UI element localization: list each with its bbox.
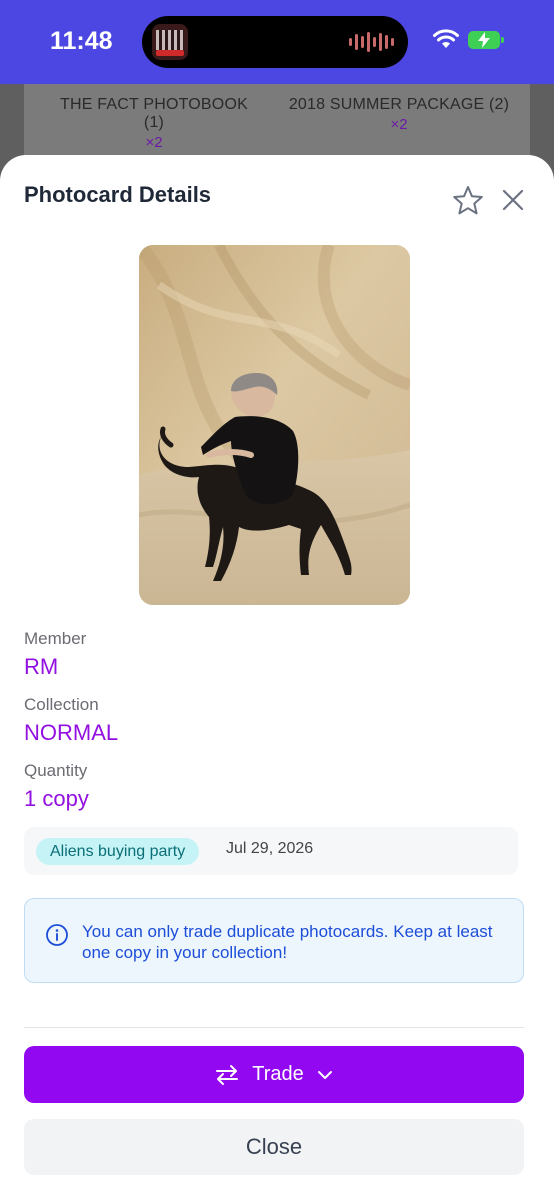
- close-icon[interactable]: [497, 184, 529, 216]
- close-button[interactable]: Close: [24, 1119, 524, 1175]
- collection-label: Collection: [24, 695, 99, 714]
- background-item-title: THE FACT PHOTOBOOK (1): [60, 96, 248, 131]
- collection-value: NORMAL: [24, 720, 119, 745]
- wifi-icon: [433, 29, 459, 48]
- event-tag-row: Aliens buying party Jul 29, 2026: [24, 827, 518, 875]
- member-label: Member: [24, 629, 87, 648]
- background-item-count: ×2: [390, 116, 408, 133]
- trade-info-notice: You can only trade duplicate photocards.…: [24, 898, 524, 983]
- sheet-title: Photocard Details: [24, 182, 212, 207]
- quantity-label: Quantity: [24, 761, 88, 780]
- star-icon[interactable]: [450, 183, 486, 219]
- audio-waveform-icon: [349, 32, 394, 52]
- status-time: 11:48: [50, 27, 113, 55]
- event-badge: Aliens buying party: [36, 838, 200, 865]
- background-item: 2018 SUMMER PACKAGE (2) ×2: [286, 92, 512, 133]
- swap-icon: [216, 1064, 239, 1085]
- now-playing-artwork: [152, 24, 188, 60]
- photocard-details-sheet: Photocard Details Member RM Collection N…: [0, 155, 554, 1200]
- divider: [24, 1027, 524, 1028]
- battery-charging-icon: [468, 31, 504, 49]
- background-item-count: ×2: [145, 134, 163, 151]
- background-item-title: 2018 SUMMER PACKAGE (2): [288, 96, 510, 113]
- trade-button-label: Trade: [252, 1063, 304, 1085]
- chevron-down-icon: [317, 1070, 332, 1079]
- photocard-image: [139, 245, 410, 605]
- quantity-value: 1 copy: [24, 786, 89, 811]
- background-item: THE FACT PHOTOBOOK (1) ×2: [54, 92, 254, 151]
- event-date: Jul 29, 2026: [226, 840, 314, 857]
- info-icon: [46, 924, 68, 946]
- dynamic-island[interactable]: [142, 16, 408, 68]
- info-text: You can only trade duplicate photocards.…: [82, 922, 493, 962]
- status-bar: 11:48: [0, 0, 554, 84]
- trade-button[interactable]: Trade: [24, 1046, 524, 1103]
- member-value: RM: [24, 654, 59, 679]
